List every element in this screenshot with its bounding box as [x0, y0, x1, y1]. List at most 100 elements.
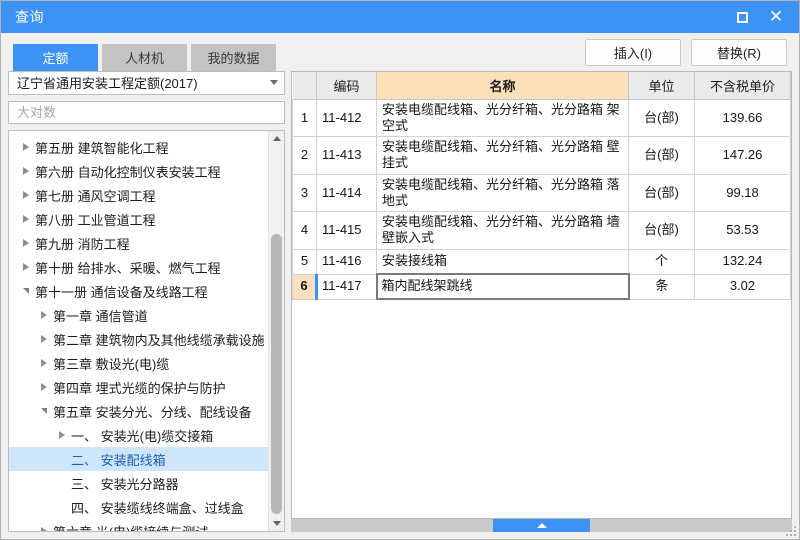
- column-header-price[interactable]: 不含税单价: [694, 72, 791, 100]
- tree-item[interactable]: 第三章 敷设光(电)缆: [9, 351, 268, 375]
- chevron-right-icon[interactable]: [17, 143, 35, 152]
- cell-price[interactable]: 3.02: [694, 273, 791, 300]
- scroll-down-button[interactable]: [269, 516, 284, 531]
- catalog-tree[interactable]: 第五册 建筑智能化工程 第六册 自动化控制仪表安装工程 第七册 通风空调工程 第八册 …: [9, 131, 268, 531]
- tree-item[interactable]: 第九册 消防工程: [9, 231, 268, 255]
- tree-item[interactable]: 第五册 建筑智能化工程: [9, 135, 268, 159]
- tree-item[interactable]: 第七册 通风空调工程: [9, 183, 268, 207]
- cell-price[interactable]: 147.26: [694, 136, 791, 175]
- title-bar: 查询 ✕: [1, 1, 799, 33]
- cell-price[interactable]: 132.24: [694, 248, 791, 275]
- column-header-name[interactable]: 名称: [376, 72, 629, 100]
- tree-item[interactable]: 第十册 给排水、采暖、燃气工程: [9, 255, 268, 279]
- right-panel: 编码 名称 单位 不含税单价 1 11-412 安装电缆配线箱、光分纤箱、光分路箱 …: [291, 71, 792, 532]
- chevron-right-icon[interactable]: [35, 359, 53, 368]
- search-input[interactable]: [8, 100, 285, 125]
- column-header-unit[interactable]: 单位: [628, 72, 695, 100]
- chevron-right-icon[interactable]: [53, 431, 71, 440]
- table-row[interactable]: 5 11-416 安装接线箱个 132.24: [292, 248, 791, 275]
- cell-code[interactable]: 11-416: [316, 248, 377, 275]
- cell-price[interactable]: 139.66: [694, 98, 791, 137]
- tab-quota[interactable]: 定额: [13, 44, 98, 71]
- replace-button[interactable]: 替换(R): [691, 39, 787, 66]
- tree-item[interactable]: 四、 安装缆线终端盒、过线盒: [9, 495, 268, 519]
- tree-item[interactable]: 第五章 安装分光、分线、配线设备: [9, 399, 268, 423]
- tree-scroll-thumb[interactable]: [271, 234, 282, 514]
- cell-name[interactable]: 安装接线箱: [376, 248, 629, 275]
- cell-price[interactable]: 99.18: [694, 173, 791, 212]
- chevron-right-icon[interactable]: [17, 263, 35, 272]
- chevron-right-icon[interactable]: [17, 215, 35, 224]
- maximize-button[interactable]: [725, 2, 759, 32]
- cell-name[interactable]: 安装电缆配线箱、光分纤箱、光分路箱 架空式: [376, 98, 629, 137]
- cell-code[interactable]: 11-417: [315, 273, 377, 300]
- scroll-up-button[interactable]: [269, 131, 284, 147]
- cell-unit[interactable]: 个: [628, 248, 695, 275]
- column-header-rownum[interactable]: [292, 72, 317, 100]
- results-grid-header: 编码 名称 单位 不含税单价: [292, 72, 791, 100]
- cell-unit[interactable]: 台(部): [628, 136, 695, 175]
- chevron-right-icon[interactable]: [17, 239, 35, 248]
- results-grid-container: 编码 名称 单位 不含税单价 1 11-412 安装电缆配线箱、光分纤箱、光分路箱 …: [291, 71, 792, 519]
- cell-unit[interactable]: 台(部): [628, 98, 695, 137]
- chevron-right-icon[interactable]: [35, 335, 53, 344]
- cell-rownum[interactable]: 1: [292, 98, 317, 137]
- query-window: 查询 ✕ 定额 人材机 我的数据 插入(I) 替换(R) 辽宁省通用安装工程定额…: [0, 0, 800, 540]
- resize-grip[interactable]: [783, 523, 796, 536]
- cell-name[interactable]: 安装电缆配线箱、光分纤箱、光分路箱 墙壁嵌入式: [376, 211, 629, 250]
- chevron-down-icon[interactable]: [17, 288, 35, 295]
- cell-code[interactable]: 11-414: [316, 173, 377, 212]
- tree-item[interactable]: 第一章 通信管道: [9, 303, 268, 327]
- cell-rownum[interactable]: 4: [292, 211, 317, 250]
- cell-name[interactable]: 箱内配线架跳线: [375, 273, 630, 300]
- cell-rownum[interactable]: 3: [292, 173, 317, 212]
- tree-item[interactable]: 第八册 工业管道工程: [9, 207, 268, 231]
- chevron-right-icon[interactable]: [35, 383, 53, 392]
- tree-scrollbar[interactable]: [268, 131, 284, 531]
- chevron-right-icon[interactable]: [17, 167, 35, 176]
- table-row[interactable]: 4 11-415 安装电缆配线箱、光分纤箱、光分路箱 墙壁嵌入式 台(部) 53.53: [292, 211, 791, 250]
- chevron-down-icon[interactable]: [35, 408, 53, 415]
- close-button[interactable]: ✕: [759, 2, 793, 32]
- table-row[interactable]: 2 11-413 安装电缆配线箱、光分纤箱、光分路箱 壁挂式 台(部) 147.26: [292, 136, 791, 175]
- cell-rownum[interactable]: 6: [292, 273, 317, 300]
- tab-bar: 定额 人材机 我的数据: [13, 44, 276, 71]
- tree-item-label: 第四章 埋式光缆的保护与防护: [53, 380, 226, 396]
- cell-rownum[interactable]: 5: [292, 248, 317, 275]
- cell-unit[interactable]: 台(部): [628, 211, 695, 250]
- tree-item[interactable]: 第四章 埋式光缆的保护与防护: [9, 375, 268, 399]
- cell-name[interactable]: 安装电缆配线箱、光分纤箱、光分路箱 壁挂式: [376, 136, 629, 175]
- cell-name[interactable]: 安装电缆配线箱、光分纤箱、光分路箱 落地式: [376, 173, 629, 212]
- tree-item[interactable]: 第六册 自动化控制仪表安装工程: [9, 159, 268, 183]
- column-header-code[interactable]: 编码: [316, 72, 377, 100]
- insert-button[interactable]: 插入(I): [585, 39, 681, 66]
- chevron-right-icon[interactable]: [35, 527, 53, 531]
- cell-unit[interactable]: 条: [628, 273, 695, 300]
- cell-code[interactable]: 11-413: [316, 136, 377, 175]
- replace-button-label: 替换(R): [716, 46, 762, 61]
- tab-labor-material-machine[interactable]: 人材机: [102, 44, 187, 71]
- tree-item[interactable]: 三、 安装光分路器: [9, 471, 268, 495]
- tab-my-data-label: 我的数据: [207, 51, 260, 66]
- tree-item-label: 四、 安装缆线终端盒、过线盒: [71, 500, 244, 516]
- table-row[interactable]: 1 11-412 安装电缆配线箱、光分纤箱、光分路箱 架空式 台(部) 139.66: [292, 98, 791, 137]
- chevron-right-icon[interactable]: [35, 311, 53, 320]
- cell-code[interactable]: 11-412: [316, 98, 377, 137]
- tree-item[interactable]: 二、 安装配线箱: [9, 447, 268, 472]
- collapse-panel-handle[interactable]: [493, 519, 590, 532]
- chevron-right-icon[interactable]: [17, 191, 35, 200]
- cell-price[interactable]: 53.53: [694, 211, 791, 250]
- maximize-icon: [736, 11, 748, 23]
- cell-unit[interactable]: 台(部): [628, 173, 695, 212]
- standard-select[interactable]: 辽宁省通用安装工程定额(2017): [8, 71, 285, 95]
- tree-item[interactable]: 第十一册 通信设备及线路工程: [9, 279, 268, 303]
- tab-my-data[interactable]: 我的数据: [191, 44, 276, 71]
- table-row[interactable]: 3 11-414 安装电缆配线箱、光分纤箱、光分路箱 落地式 台(部) 99.18: [292, 173, 791, 212]
- cell-rownum[interactable]: 2: [292, 136, 317, 175]
- tree-item[interactable]: 一、 安装光(电)缆交接箱: [9, 423, 268, 447]
- cell-code[interactable]: 11-415: [316, 211, 377, 250]
- table-row[interactable]: 6 11-417 箱内配线架跳线条 3.02: [292, 273, 791, 300]
- tree-item[interactable]: 第二章 建筑物内及其他线缆承载设施: [9, 327, 268, 351]
- tree-item[interactable]: 第六章 光(电)缆接续与测试: [9, 519, 268, 531]
- tree-scroll-track[interactable]: [269, 146, 284, 516]
